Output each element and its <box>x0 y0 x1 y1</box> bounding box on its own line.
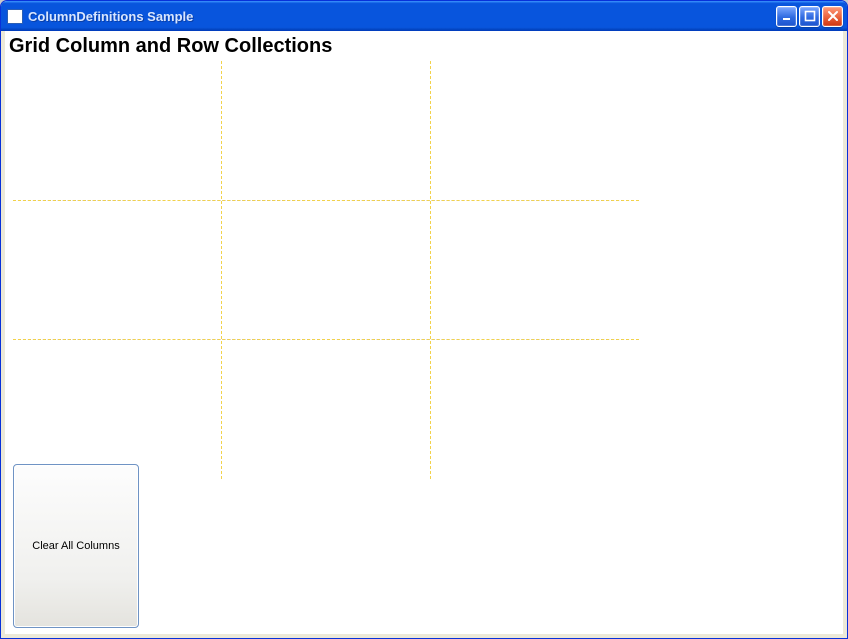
window-title: ColumnDefinitions Sample <box>28 9 776 24</box>
button-label: Clear All Columns <box>32 540 119 552</box>
minimize-button[interactable] <box>776 6 797 27</box>
close-icon <box>827 10 839 22</box>
page-title: Grid Column and Row Collections <box>5 31 843 58</box>
window-frame: ColumnDefinitions Sample Grid Column and… <box>0 0 848 639</box>
caption-buttons <box>776 6 843 27</box>
close-button[interactable] <box>822 6 843 27</box>
titlebar[interactable]: ColumnDefinitions Sample <box>1 1 847 31</box>
grid-design-surface <box>13 61 639 479</box>
minimize-icon <box>781 10 793 22</box>
client-area: Grid Column and Row Collections Clear Al… <box>5 31 843 634</box>
maximize-icon <box>804 10 816 22</box>
grid-column-divider <box>430 61 431 479</box>
grid-row-divider <box>13 200 639 201</box>
clear-all-columns-button[interactable]: Clear All Columns <box>13 464 139 628</box>
grid-column-divider <box>221 61 222 479</box>
maximize-button[interactable] <box>799 6 820 27</box>
app-icon <box>7 9 23 24</box>
grid-row-divider <box>13 339 639 340</box>
